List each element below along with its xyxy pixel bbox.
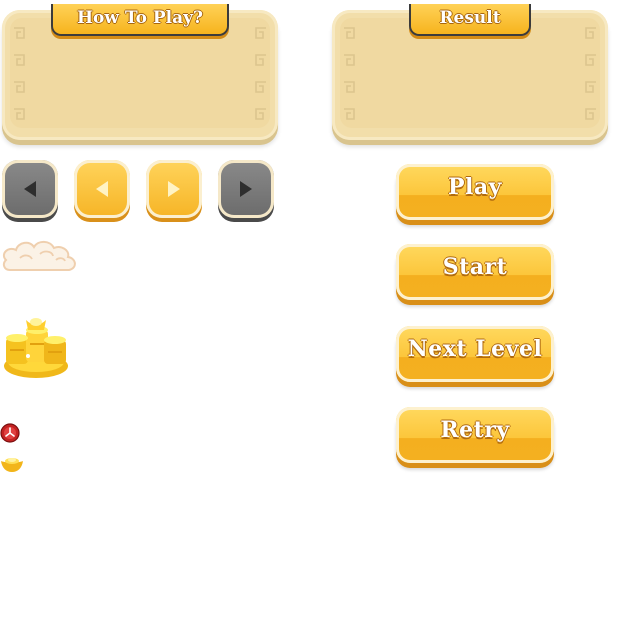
fret-pattern-left [344, 27, 355, 120]
cloud-icon [2, 240, 76, 271]
left-arrow-icon [24, 181, 36, 197]
result-panel: Result [332, 4, 608, 140]
next-level-button[interactable]: Next Level [396, 326, 554, 382]
right-arrow-icon [240, 181, 252, 197]
how-to-play-panel: How To Play? [2, 4, 278, 140]
gold-ingot-pile-icon [4, 318, 68, 378]
fret-pattern-right [585, 27, 596, 120]
start-button[interactable]: Start [396, 244, 554, 300]
how-to-play-title: How To Play? [51, 4, 229, 36]
result-title: Result [409, 4, 531, 36]
right-arrow-icon [168, 181, 180, 197]
fret-pattern-right [255, 27, 266, 120]
gold-ingot-icon [1, 458, 23, 472]
clock-icon [0, 423, 20, 443]
play-button[interactable]: Play [396, 164, 554, 220]
next-button-disabled[interactable] [218, 160, 274, 218]
prev-button-disabled[interactable] [2, 160, 58, 218]
retry-button[interactable]: Retry [396, 407, 554, 463]
left-arrow-icon [96, 181, 108, 197]
fret-pattern-left [14, 27, 25, 120]
next-button[interactable] [146, 160, 202, 218]
prev-button[interactable] [74, 160, 130, 218]
